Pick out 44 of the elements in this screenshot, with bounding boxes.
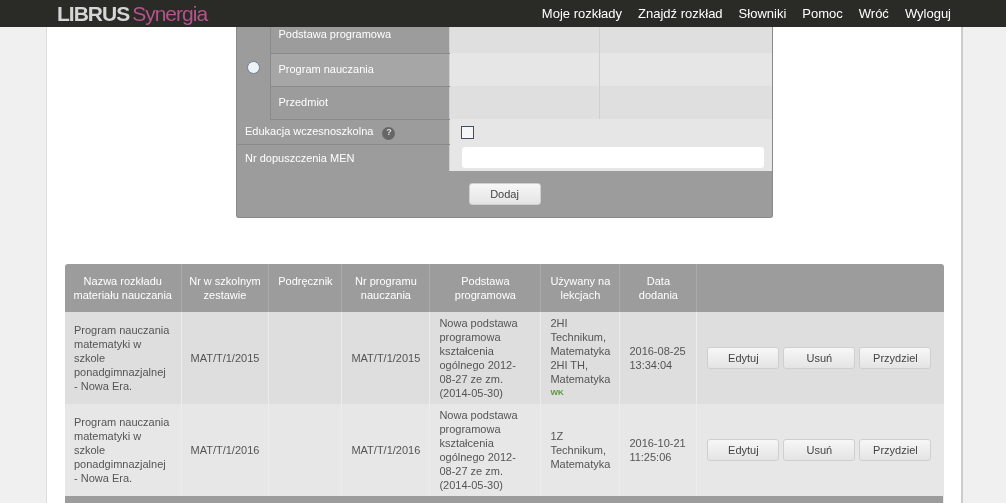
table-cell: 1Z Technikum, Matematyka: [550, 430, 611, 470]
table-cell: Nowa podstawa programowa kształcenia ogólnego 2012-08-27 ze zm.(2014-05-30): [439, 317, 518, 399]
logo-text: Synergia: [132, 0, 208, 27]
column-header: Podręcznik: [278, 275, 333, 287]
field-label: Edukacja wczesnoszkolna: [245, 125, 374, 138]
table-cell: MAT/T/1/2015: [351, 352, 421, 364]
action-button[interactable]: Edytuj: [707, 347, 780, 369]
table-cell: MAT/T/1/2016: [190, 444, 260, 456]
action-button[interactable]: Usuń: [783, 347, 856, 369]
logo-text: LIBRUS: [57, 0, 130, 27]
nav-link[interactable]: Wróć: [858, 3, 889, 24]
table-cell: Program nauczania matematyki w szkole ponadgimnazjalnej - Nowa Era.: [74, 324, 170, 392]
action-button[interactable]: Edytuj: [707, 439, 780, 461]
radio-button[interactable]: [246, 61, 260, 75]
nav-link[interactable]: Znajdź rozkład: [638, 3, 723, 24]
table-cell: MAT/T/1/2015: [190, 352, 260, 364]
tag-label: WK: [550, 387, 565, 399]
table-cell: 2016-08-25 13:34:04: [629, 345, 686, 371]
field-label: Podstawa programowa: [278, 27, 391, 40]
nav-link[interactable]: Pomoc: [802, 3, 843, 24]
action-button[interactable]: Usuń: [783, 439, 856, 461]
help-icon[interactable]: ?: [382, 126, 396, 140]
action-button[interactable]: Przydziel: [859, 347, 932, 369]
nav-link[interactable]: Wyloguj: [904, 3, 951, 24]
field-label: Nr dopuszczenia MEN: [245, 151, 355, 164]
column-header: Nazwa rozkładu materiału nauczania: [73, 275, 172, 301]
table-cell: 2HI Technikum, Matematyka 2HI TH, Matematyka: [550, 317, 611, 385]
table-cell: 2016-10-21 11:25:06: [629, 437, 686, 463]
table-cell: Nowa podstawa programowa kształcenia ogólnego 2012-08-27 ze zm.(2014-05-30): [439, 409, 518, 491]
field-label: Przedmiot: [278, 96, 329, 109]
column-header: Używany na lekcjach: [550, 275, 611, 301]
table-cell: MAT/T/1/2016: [351, 444, 421, 456]
action-button[interactable]: Przydziel: [859, 439, 932, 461]
column-header: Data dodania: [638, 275, 678, 301]
table-cell: Program nauczania matematyki w szkole ponadgimnazjalnej - Nowa Era.: [74, 416, 170, 484]
nav-link[interactable]: Słowniki: [738, 3, 787, 24]
nav-link[interactable]: Moje rozkłady: [541, 3, 623, 24]
column-header: Podstawa programowa: [454, 275, 516, 301]
column-header: Nr programu nauczania: [355, 275, 417, 301]
add-button[interactable]: Dodaj: [468, 183, 541, 205]
column-header: Nr w szkolnym zestawie: [189, 275, 261, 301]
checkbox[interactable]: [460, 125, 474, 139]
input-field[interactable]: [461, 147, 764, 168]
field-label: Program nauczania: [278, 63, 374, 76]
